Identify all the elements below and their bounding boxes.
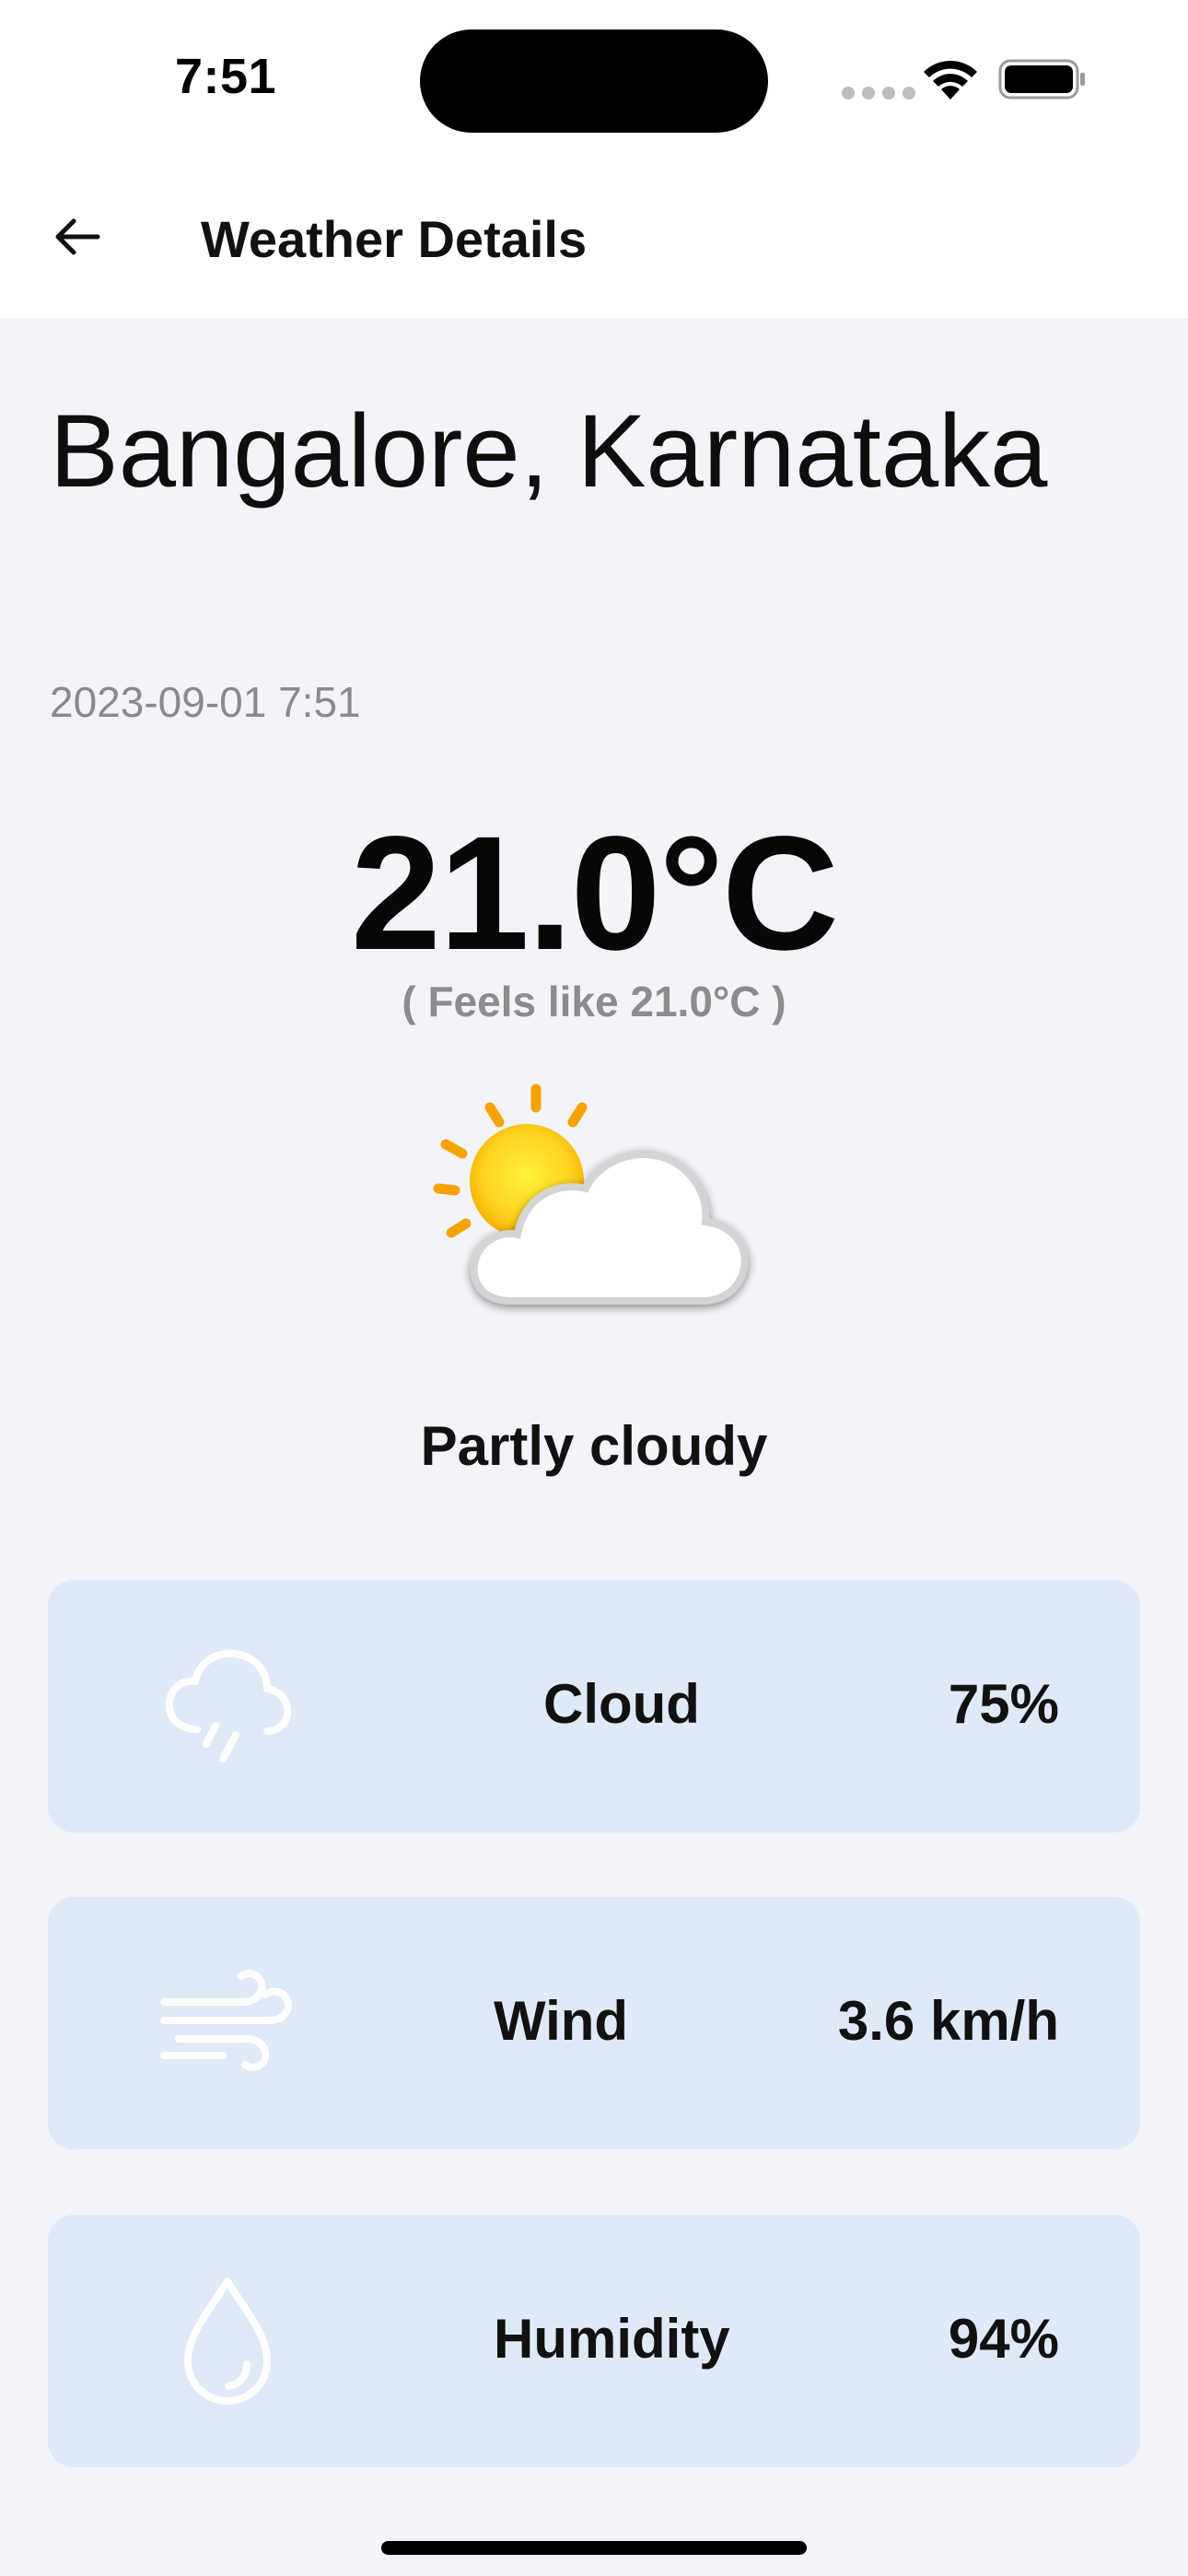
card-label: Wind bbox=[494, 1990, 629, 2052]
cloud-card: Cloud 75% bbox=[48, 1580, 1140, 1832]
weather-condition: Partly cloudy bbox=[420, 1415, 768, 1477]
feels-like-text: ( Feels like 21.0°C ) bbox=[402, 978, 786, 1025]
wind-card: Wind 3.6 km/h bbox=[48, 1897, 1140, 2149]
wifi-icon bbox=[924, 60, 977, 100]
card-value: 94% bbox=[948, 2308, 1059, 2370]
status-time: 7:51 bbox=[174, 49, 277, 104]
location-name: Bangalore, Karnataka bbox=[50, 393, 1048, 509]
card-value: 75% bbox=[948, 1673, 1059, 1735]
droplet-icon bbox=[184, 2277, 271, 2405]
back-button[interactable] bbox=[41, 200, 114, 274]
last-updated-datetime: 2023-09-01 7:51 bbox=[50, 678, 361, 726]
card-label: Cloud bbox=[543, 1673, 700, 1735]
card-value: 3.6 km/h bbox=[837, 1990, 1059, 2052]
home-indicator[interactable] bbox=[381, 2541, 807, 2555]
temperature-value: 21.0°C bbox=[350, 803, 839, 984]
arrow-left-icon bbox=[55, 218, 100, 255]
app-bar: Weather Details bbox=[0, 161, 1188, 318]
wind-icon bbox=[160, 1970, 292, 2071]
page-title: Weather Details bbox=[201, 210, 588, 268]
status-bar: 7:51 bbox=[0, 0, 1188, 161]
humidity-card: Humidity 94% bbox=[48, 2215, 1140, 2467]
card-label: Humidity bbox=[494, 2308, 730, 2370]
dynamic-island bbox=[420, 29, 768, 133]
battery-icon bbox=[998, 59, 1085, 100]
cellular-signal-icon bbox=[842, 87, 915, 100]
partly-cloudy-icon bbox=[433, 1083, 749, 1305]
cloud-rain-icon bbox=[165, 1649, 292, 1762]
